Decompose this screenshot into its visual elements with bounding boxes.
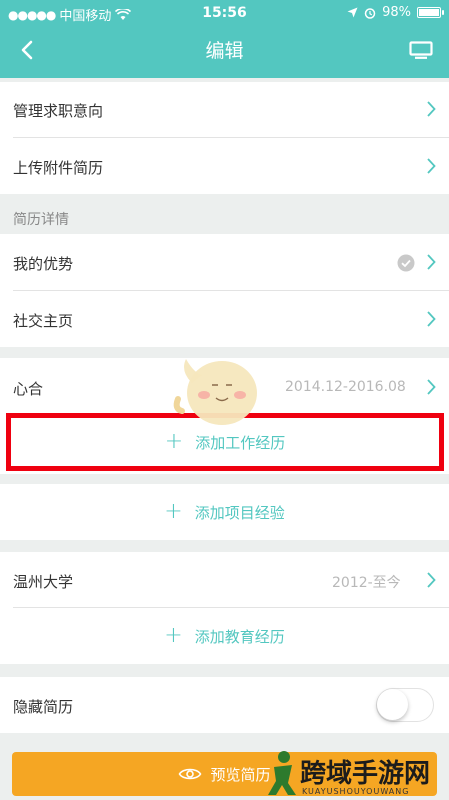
monitor-icon[interactable] — [409, 41, 433, 59]
hide-resume-label: 隐藏简历 — [13, 698, 74, 716]
check-circle-icon — [397, 254, 415, 272]
manage-job-intention-row[interactable]: 管理求职意向 — [0, 82, 449, 137]
row-label: 社交主页 — [13, 312, 74, 330]
add-education-label: 添加教育经历 — [194, 627, 285, 646]
add-education-button[interactable]: + 添加教育经历 — [0, 608, 449, 664]
battery-icon — [417, 7, 444, 18]
chevron-right-icon — [427, 311, 436, 327]
my-strengths-row[interactable]: 我的优势 — [0, 234, 449, 290]
add-project-experience-button[interactable]: + 添加项目经验 — [0, 484, 449, 540]
alarm-icon — [364, 7, 376, 19]
hide-resume-toggle[interactable] — [376, 688, 434, 722]
company-name: 心合 — [13, 380, 44, 398]
watermark-logo: 跨域手游网 KUAYUSHOUYOUWANG — [262, 749, 447, 799]
chevron-right-icon — [427, 572, 436, 588]
location-icon — [347, 7, 358, 18]
chevron-right-icon — [427, 158, 436, 174]
watermark-subtext: KUAYUSHOUYOUWANG — [302, 787, 410, 796]
plus-icon: + — [164, 429, 184, 454]
work-period: 2014.12-2016.08 — [285, 379, 406, 395]
status-bar: ●●●●● 中国移动 15:56 98% — [0, 0, 449, 26]
upload-attachment-row[interactable]: 上传附件简历 — [0, 138, 449, 194]
watermark-figure-icon — [268, 751, 296, 795]
school-name: 温州大学 — [13, 573, 74, 591]
row-label: 上传附件简历 — [13, 159, 104, 177]
chevron-right-icon — [427, 101, 436, 117]
chevron-right-icon — [427, 379, 436, 395]
social-homepage-row[interactable]: 社交主页 — [0, 291, 449, 347]
watermark-text: 跨域手游网 — [300, 759, 431, 789]
add-work-experience-label: 添加工作经历 — [195, 433, 286, 452]
eye-icon — [179, 768, 202, 780]
plus-icon: + — [164, 623, 183, 648]
education-period: 2012-至今 — [332, 575, 401, 591]
chevron-right-icon — [427, 254, 436, 270]
toggle-knob — [377, 689, 408, 720]
page-title: 编辑 — [205, 40, 244, 62]
section-header-resume-details: 简历详情 — [13, 212, 69, 228]
row-label: 管理求职意向 — [13, 102, 104, 120]
education-row[interactable]: 温州大学 2012-至今 — [0, 552, 449, 607]
hide-resume-row: 隐藏简历 — [0, 677, 449, 733]
add-project-experience-label: 添加项目经验 — [194, 503, 285, 522]
plus-icon: + — [164, 499, 183, 524]
mascot-image — [173, 359, 257, 425]
row-label: 我的优势 — [13, 255, 74, 273]
battery-percent: 98% — [382, 5, 411, 20]
